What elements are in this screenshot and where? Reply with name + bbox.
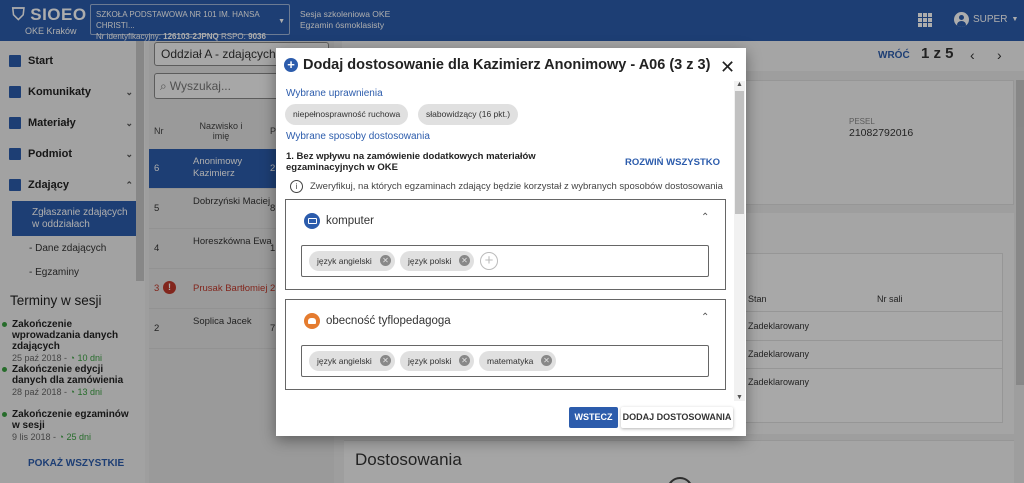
- selected-rights-label: Wybrane uprawnienia: [286, 88, 383, 99]
- remove-chip-icon[interactable]: ✕: [380, 355, 391, 366]
- exam-chip: język angielski ✕: [309, 351, 395, 371]
- chevron-up-icon[interactable]: ⌃: [701, 212, 709, 223]
- close-icon[interactable]: ✕: [720, 57, 735, 78]
- right-chip: słabowidzący (16 pkt.): [418, 104, 519, 125]
- info-row: i Zweryfikuj, na których egzaminach zdaj…: [290, 180, 723, 193]
- expand-all-button[interactable]: ROZWIŃ WSZYSTKO: [625, 157, 720, 168]
- people-icon: [304, 313, 320, 329]
- dialog-title: + Dodaj dostosowanie dla Kazimierz Anoni…: [284, 57, 710, 73]
- scroll-thumb[interactable]: [735, 91, 744, 214]
- add-adjustment-dialog: + Dodaj dostosowanie dla Kazimierz Anoni…: [276, 48, 746, 436]
- scroll-up-icon[interactable]: ▲: [736, 81, 743, 88]
- dialog-body: Wybrane uprawnienia niepełnosprawność ru…: [276, 85, 734, 399]
- right-chip: niepełnosprawność ruchowa: [285, 104, 409, 125]
- add-exam-icon[interactable]: +: [480, 252, 498, 270]
- exam-chip: język polski ✕: [400, 351, 474, 371]
- exam-chip-input[interactable]: język angielski ✕ język polski ✕ +: [301, 245, 709, 277]
- remove-chip-icon[interactable]: ✕: [459, 255, 470, 266]
- computer-icon: [304, 213, 320, 229]
- chevron-up-icon[interactable]: ⌃: [701, 312, 709, 323]
- exam-chip: matematyka ✕: [479, 351, 556, 371]
- remove-chip-icon[interactable]: ✕: [459, 355, 470, 366]
- selected-methods-label: Wybrane sposoby dostosowania: [286, 131, 430, 142]
- panel-header[interactable]: komputer: [304, 213, 374, 229]
- remove-chip-icon[interactable]: ✕: [541, 355, 552, 366]
- remove-chip-icon[interactable]: ✕: [380, 255, 391, 266]
- exam-chip: język polski ✕: [400, 251, 474, 271]
- adjustment-panel-komputer: komputer ⌃ język angielski ✕ język polski…: [285, 199, 726, 290]
- exam-chip-input[interactable]: język angielski ✕ język polski ✕ matematyk…: [301, 345, 709, 377]
- exam-chip: język angielski ✕: [309, 251, 395, 271]
- dialog-scrollbar[interactable]: ▲ ▼: [734, 81, 745, 401]
- scroll-down-icon[interactable]: ▼: [736, 394, 743, 401]
- back-button[interactable]: WSTECZ: [569, 407, 618, 428]
- adjustment-panel-tyflopedagog: obecność tyflopedagoga ⌃ język angielski…: [285, 299, 726, 390]
- add-circle-icon: +: [284, 58, 298, 72]
- info-icon: i: [290, 180, 303, 193]
- question-title: 1. Bez wpływu na zamówienie dodatkowych …: [286, 151, 536, 173]
- panel-header[interactable]: obecność tyflopedagoga: [304, 313, 451, 329]
- add-adjustments-button[interactable]: DODAJ DOSTOSOWANIA: [621, 407, 733, 428]
